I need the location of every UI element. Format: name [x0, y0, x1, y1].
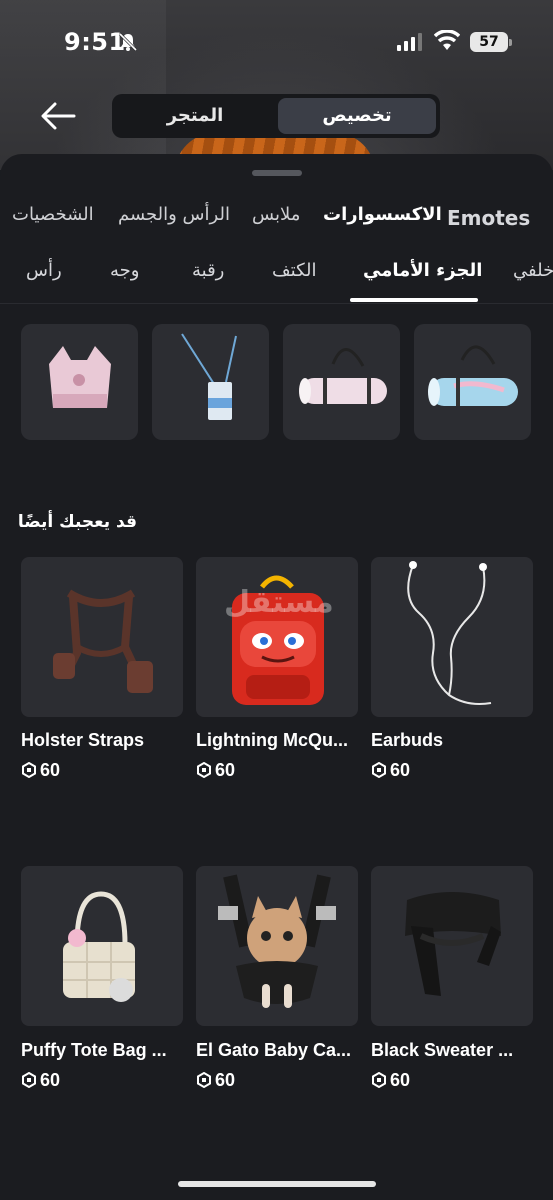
- item-price-value: 60: [40, 760, 61, 780]
- milk-carton-bag-icon: [181, 333, 237, 420]
- category-accessories[interactable]: الاكسسوارات: [323, 204, 442, 225]
- item-name[interactable]: Puffy Tote Bag ...: [21, 1040, 189, 1061]
- item-name[interactable]: Earbuds: [371, 730, 539, 751]
- subcategory-head[interactable]: رأس: [26, 260, 62, 281]
- tab-shop[interactable]: المتجر: [116, 98, 274, 134]
- wifi-icon: [434, 30, 460, 50]
- item-el-gato-baby-carrier-image[interactable]: [196, 866, 358, 1026]
- owned-item-milk-bag[interactable]: [152, 324, 269, 440]
- battery-indicator: 57: [470, 32, 512, 52]
- category-characters[interactable]: الشخصيات: [12, 204, 94, 225]
- back-arrow-icon[interactable]: [38, 98, 78, 134]
- robux-icon: [372, 762, 386, 778]
- subcategory-back[interactable]: خلفي: [513, 260, 553, 281]
- item-earbuds-image[interactable]: [371, 557, 533, 717]
- item-price-value: 60: [215, 760, 236, 780]
- category-head-body[interactable]: الرأس والجسم: [118, 204, 230, 225]
- pink-yoga-mat-icon: [299, 348, 387, 404]
- robux-icon: [22, 1072, 36, 1088]
- item-name[interactable]: El Gato Baby Ca...: [196, 1040, 364, 1061]
- item-price-value: 60: [390, 1070, 411, 1090]
- item-price: 60: [196, 1070, 235, 1091]
- robux-icon: [197, 1072, 211, 1088]
- category-clothing[interactable]: ملابس: [252, 204, 300, 225]
- item-price: 60: [371, 760, 410, 781]
- tote-bag-icon: [63, 891, 135, 1002]
- item-holster-straps-image[interactable]: [21, 557, 183, 717]
- item-black-sweater-image[interactable]: [371, 866, 533, 1026]
- blue-yoga-mat-icon: [428, 345, 518, 406]
- tab-customize[interactable]: تخصيص: [278, 98, 436, 134]
- item-name[interactable]: Black Sweater ...: [371, 1040, 539, 1061]
- item-price: 60: [21, 760, 60, 781]
- item-price-value: 60: [215, 1070, 236, 1090]
- item-price: 60: [21, 1070, 60, 1091]
- item-puffy-tote-image[interactable]: [21, 866, 183, 1026]
- status-time: 9:51: [64, 28, 126, 56]
- item-price: 60: [371, 1070, 410, 1091]
- red-backpack-icon: [232, 575, 324, 705]
- cellular-signal-icon: [397, 33, 422, 51]
- home-indicator[interactable]: [178, 1181, 376, 1187]
- section-title-recommended: قد يعجبك أيضًا: [17, 512, 137, 532]
- category-tabs: Emotes الاكسسوارات ملابس الرأس والجسم ال…: [0, 192, 553, 244]
- owned-item-pink-mat[interactable]: [283, 324, 400, 440]
- subcategory-tabs: خلفي الجزء الأمامي الكتف رقبة وجه رأس: [0, 246, 553, 304]
- sheet-grabber[interactable]: [252, 170, 302, 176]
- subcategory-active-indicator: [350, 298, 478, 302]
- robux-icon: [22, 762, 36, 778]
- item-name[interactable]: Lightning McQu...: [196, 730, 364, 751]
- subcategory-face[interactable]: وجه: [110, 260, 139, 281]
- holster-straps-icon: [53, 589, 153, 693]
- pink-crop-top-icon: [49, 346, 111, 408]
- watermark-text: مستقل: [224, 585, 334, 620]
- robux-icon: [372, 1072, 386, 1088]
- subcategory-shoulder[interactable]: الكتف: [272, 260, 317, 281]
- cat-carrier-icon: [218, 874, 336, 1008]
- item-price-value: 60: [40, 1070, 61, 1090]
- item-price-value: 60: [390, 760, 411, 780]
- bell-muted-icon: [118, 32, 138, 52]
- robux-icon: [197, 762, 211, 778]
- category-emotes[interactable]: Emotes: [447, 206, 530, 230]
- mode-segmented-control: تخصيص المتجر: [112, 94, 440, 138]
- item-name[interactable]: Holster Straps: [21, 730, 189, 751]
- owned-item-pink-top[interactable]: [21, 324, 138, 440]
- earbuds-icon: [407, 561, 492, 705]
- black-sweater-icon: [405, 892, 501, 996]
- item-lightning-mcqueen-image[interactable]: مستقل: [196, 557, 358, 717]
- subcategory-front[interactable]: الجزء الأمامي: [363, 260, 482, 281]
- status-bar: 9:51 57: [0, 0, 553, 84]
- owned-item-blue-mat[interactable]: [414, 324, 531, 440]
- item-price: 60: [196, 760, 235, 781]
- subcategory-neck[interactable]: رقبة: [192, 260, 224, 281]
